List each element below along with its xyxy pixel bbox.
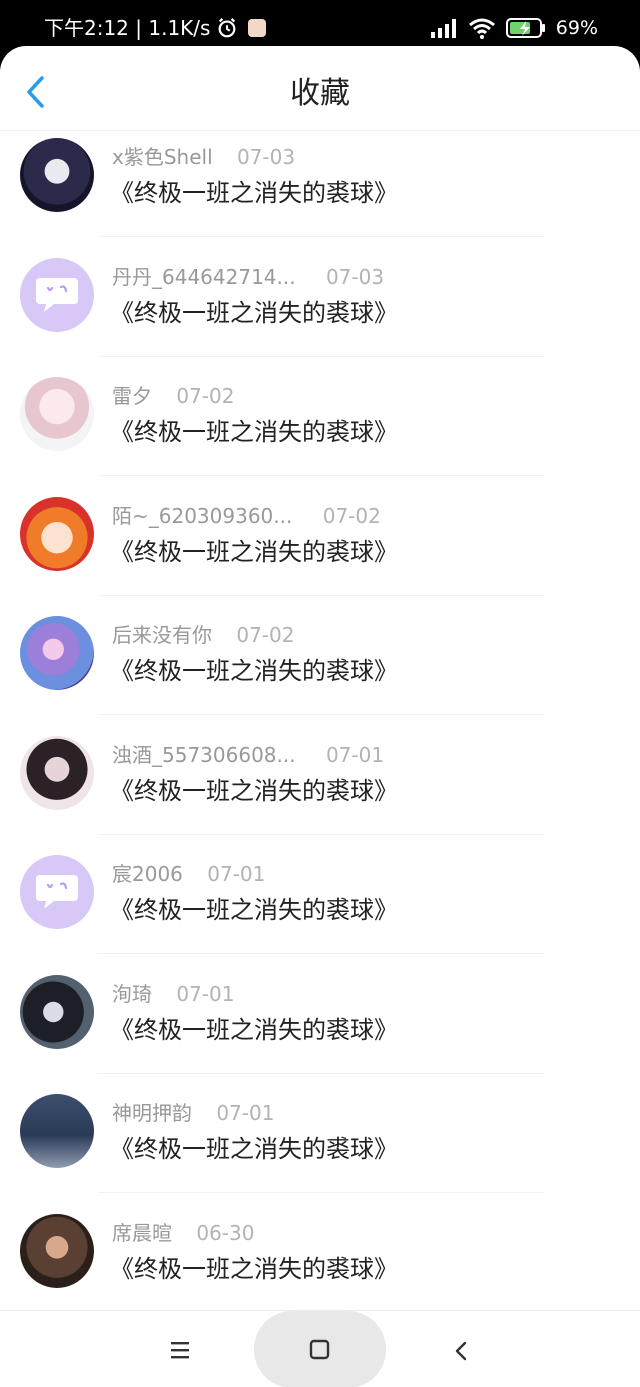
avatar[interactable] — [20, 974, 94, 1049]
list-item[interactable]: 后来没有你 07-02 《终极一班之消失的裘球》 — [0, 608, 640, 728]
item-date: 07-01 — [325, 742, 385, 767]
avatar[interactable] — [20, 616, 94, 690]
avatar[interactable] — [20, 496, 94, 571]
favorites-screen: 收藏 x紫色Shell 07-03 《终极一班之消失的裘球》 丹丹_644642… — [0, 46, 640, 1387]
status-time-speed: 下午2:12 | 1.1K/s — [44, 16, 211, 40]
list-item[interactable]: 浊酒_557306608... 07-01 《终极一班之消失的裘球》 — [0, 728, 640, 848]
list-item[interactable]: 洵琦 07-01 《终极一班之消失的裘球》 — [0, 967, 640, 1087]
avatar[interactable] — [20, 735, 94, 810]
divider — [98, 1072, 544, 1074]
divider — [98, 236, 544, 237]
item-title[interactable]: 《终极一班之消失的裘球》 — [110, 894, 398, 926]
item-date: 07-01 — [207, 862, 266, 886]
wifi-icon — [468, 18, 495, 39]
avatar[interactable] — [20, 257, 94, 332]
status-left: 下午2:12 | 1.1K/s — [44, 16, 267, 40]
divider — [98, 475, 544, 476]
avatar[interactable] — [20, 1094, 94, 1168]
item-username[interactable]: 神明押韵 — [112, 1101, 192, 1125]
item-title[interactable]: 《终极一班之消失的裘球》 — [110, 655, 398, 687]
app-notification-icon — [248, 19, 267, 37]
avatar[interactable] — [20, 138, 94, 212]
item-meta: 浊酒_557306608... 07-01 — [112, 742, 384, 768]
chat-bubble-icon — [36, 875, 78, 909]
item-meta: 席晨暄 06-30 — [112, 1220, 254, 1246]
signal-icon — [430, 19, 456, 38]
item-meta: 陌~_620309360... 07-02 — [112, 503, 381, 529]
item-username[interactable]: x紫色Shell — [112, 145, 213, 169]
item-username[interactable]: 丹丹_644642714... — [112, 265, 296, 289]
list-item[interactable]: 陌~_620309360... 07-02 《终极一班之消失的裘球》 — [0, 489, 640, 609]
item-title[interactable]: 《终极一班之消失的裘球》 — [110, 177, 398, 209]
item-title[interactable]: 《终极一班之消失的裘球》 — [110, 416, 398, 448]
item-date: 07-02 — [176, 384, 235, 408]
list-item[interactable]: 丹丹_644642714... 07-03 《终极一班之消失的裘球》 — [0, 250, 640, 370]
page-title: 收藏 — [290, 76, 350, 111]
item-username[interactable]: 浊酒_557306608... — [112, 743, 296, 767]
avatar[interactable] — [20, 855, 94, 929]
system-nav-bar — [0, 1310, 640, 1387]
battery-level: 69% — [555, 17, 598, 39]
item-title[interactable]: 《终极一班之消失的裘球》 — [110, 775, 398, 807]
item-username[interactable]: 陌~_620309360... — [112, 504, 292, 528]
divider — [98, 594, 544, 596]
item-title[interactable]: 《终极一班之消失的裘球》 — [110, 536, 398, 568]
item-username[interactable]: 席晨暄 — [112, 1221, 172, 1245]
avatar[interactable] — [20, 377, 94, 451]
item-date: 07-01 — [216, 1101, 275, 1125]
item-meta: 后来没有你 07-02 — [112, 622, 294, 648]
list-item[interactable]: x紫色Shell 07-03 《终极一班之消失的裘球》 — [0, 130, 640, 250]
menu-icon[interactable] — [160, 1333, 200, 1369]
item-username[interactable]: 洵琦 — [112, 982, 152, 1006]
home-button[interactable] — [254, 1311, 386, 1387]
item-title[interactable]: 《终极一班之消失的裘球》 — [110, 1133, 398, 1165]
status-right: 69% — [430, 16, 598, 40]
home-square-icon — [309, 1339, 330, 1360]
item-username[interactable]: 宸2006 — [112, 862, 183, 886]
item-title[interactable]: 《终极一班之消失的裘球》 — [110, 297, 398, 329]
item-date: 07-03 — [236, 145, 296, 169]
item-date: 07-01 — [176, 981, 235, 1006]
item-meta: 雷夕 07-02 — [112, 383, 234, 409]
list-item[interactable]: 雷夕 07-02 《终极一班之消失的裘球》 — [0, 369, 640, 489]
item-username[interactable]: 雷夕 — [112, 384, 152, 408]
battery-charging-icon — [505, 18, 545, 38]
item-meta: x紫色Shell 07-03 — [112, 144, 295, 170]
favorites-list: x紫色Shell 07-03 《终极一班之消失的裘球》 丹丹_644642714… — [0, 130, 640, 1310]
divider — [98, 833, 544, 835]
avatar[interactable] — [20, 1213, 94, 1288]
back-chevron-icon[interactable] — [444, 1333, 480, 1369]
item-meta: 神明押韵 07-01 — [112, 1100, 274, 1126]
divider — [98, 953, 544, 954]
item-date: 07-02 — [236, 623, 295, 647]
header: 收藏 — [0, 46, 640, 131]
item-title[interactable]: 《终极一班之消失的裘球》 — [110, 1014, 398, 1046]
item-meta: 丹丹_644642714... 07-03 — [112, 264, 384, 290]
item-title[interactable]: 《终极一班之消失的裘球》 — [110, 1253, 398, 1285]
item-meta: 洵琦 07-01 — [112, 981, 234, 1007]
chat-bubble-icon — [36, 277, 78, 312]
divider — [98, 355, 544, 357]
divider — [98, 1192, 544, 1193]
divider — [98, 714, 544, 715]
item-date: 07-02 — [322, 503, 381, 528]
alarm-icon — [219, 18, 236, 38]
item-username[interactable]: 后来没有你 — [112, 623, 212, 647]
list-item[interactable]: 神明押韵 07-01 《终极一班之消失的裘球》 — [0, 1086, 640, 1206]
item-meta: 宸2006 07-01 — [112, 861, 265, 887]
list-item[interactable]: 席晨暄 06-30 《终极一班之消失的裘球》 — [0, 1206, 640, 1311]
item-date: 06-30 — [196, 1220, 255, 1245]
list-item[interactable]: 宸2006 07-01 《终极一班之消失的裘球》 — [0, 847, 640, 967]
item-date: 07-03 — [325, 264, 385, 289]
